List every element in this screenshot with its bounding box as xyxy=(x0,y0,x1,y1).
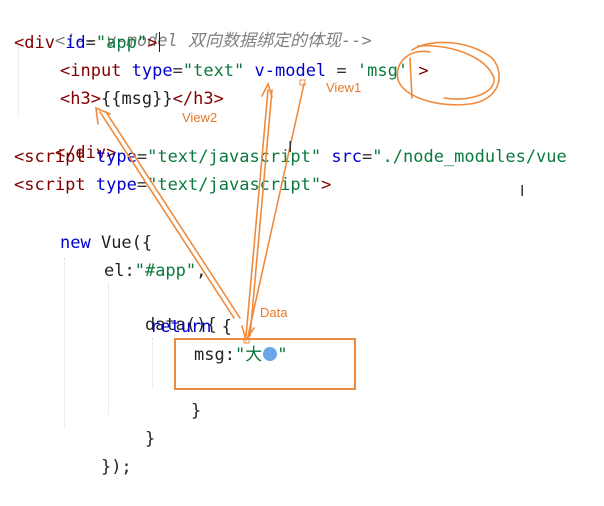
data-label: Data xyxy=(260,305,288,320)
code-line-data: data(){ xyxy=(104,286,217,335)
code-line-new-vue: new Vue({ xyxy=(60,230,152,256)
keyword-token: return xyxy=(150,317,212,337)
string-token: "./node_modules/vue xyxy=(372,147,567,167)
attr-token: type xyxy=(121,61,173,81)
string-token: "text" xyxy=(182,61,245,81)
tag-token: <input xyxy=(60,61,122,81)
tag-token: <h3 xyxy=(60,89,91,109)
string-token: 'msg' xyxy=(356,61,409,81)
key-token: el: xyxy=(104,261,135,281)
code-line-div-close: </div> xyxy=(14,114,116,163)
tag-token: <script xyxy=(14,147,86,167)
attr-token: id xyxy=(54,33,86,53)
brace-token: } xyxy=(190,401,202,421)
keyword-token: new xyxy=(60,233,91,253)
view1-label: View1 xyxy=(326,80,362,95)
attr-token: v-model xyxy=(244,61,327,81)
data-highlight-box xyxy=(174,338,356,390)
code-comment-line: <!-- v-model 双向数据绑定的体现--> xyxy=(14,2,372,51)
code-line-el: el:"#app", xyxy=(104,258,206,284)
string-token: "text/javascript" xyxy=(147,175,322,195)
punct-token: = xyxy=(136,175,148,195)
tag-close-token: > xyxy=(408,61,429,81)
code-token: { xyxy=(211,317,232,337)
code-token: Vue({ xyxy=(90,233,153,253)
brace-token: } xyxy=(144,429,156,449)
punct-token: , xyxy=(196,261,207,281)
code-line-end: }); xyxy=(60,428,132,477)
tag-close-token: > xyxy=(147,33,158,53)
punct-token: = xyxy=(172,61,183,81)
tag-token: <script xyxy=(14,175,86,195)
code-token: }); xyxy=(100,457,132,477)
code-line-brace: } xyxy=(104,400,155,449)
attr-token: type xyxy=(85,175,137,195)
punct-token: = xyxy=(85,33,96,53)
string-token: "#app" xyxy=(134,261,197,281)
code-line-return: return { xyxy=(150,314,232,340)
code-line-script: <script type="text/javascript"> xyxy=(14,172,331,198)
indent-guide xyxy=(64,258,65,428)
code-line-h3: <h3>{{msg}}</h3> xyxy=(60,86,224,112)
tag-close-token: > xyxy=(213,89,224,109)
tag-token: <div xyxy=(14,33,55,53)
punct-token: = xyxy=(362,147,373,167)
code-line-div-open: <div id="app"> xyxy=(14,30,161,56)
tag-close-token: > xyxy=(321,175,332,195)
code-editor[interactable]: <!-- v-model 双向数据绑定的体现--> <div id="app">… xyxy=(0,0,604,477)
attr-token: type xyxy=(85,147,137,167)
text-cursor-icon: I xyxy=(520,182,525,200)
tag-token: </h3 xyxy=(172,89,214,109)
tag-close-token: > xyxy=(90,89,101,109)
text-cursor-icon: I xyxy=(288,138,293,156)
code-line-input: <input type="text" v-model = 'msg' > xyxy=(60,58,429,84)
view2-label: View2 xyxy=(182,110,218,125)
string-token: "app" xyxy=(95,33,148,53)
text-caret xyxy=(159,32,161,52)
mustache-token: {{msg}} xyxy=(100,89,173,109)
string-token: "text/javascript" xyxy=(147,147,322,167)
attr-token: src xyxy=(321,147,363,167)
punct-token: = xyxy=(136,147,148,167)
punct-token: = xyxy=(326,61,357,81)
